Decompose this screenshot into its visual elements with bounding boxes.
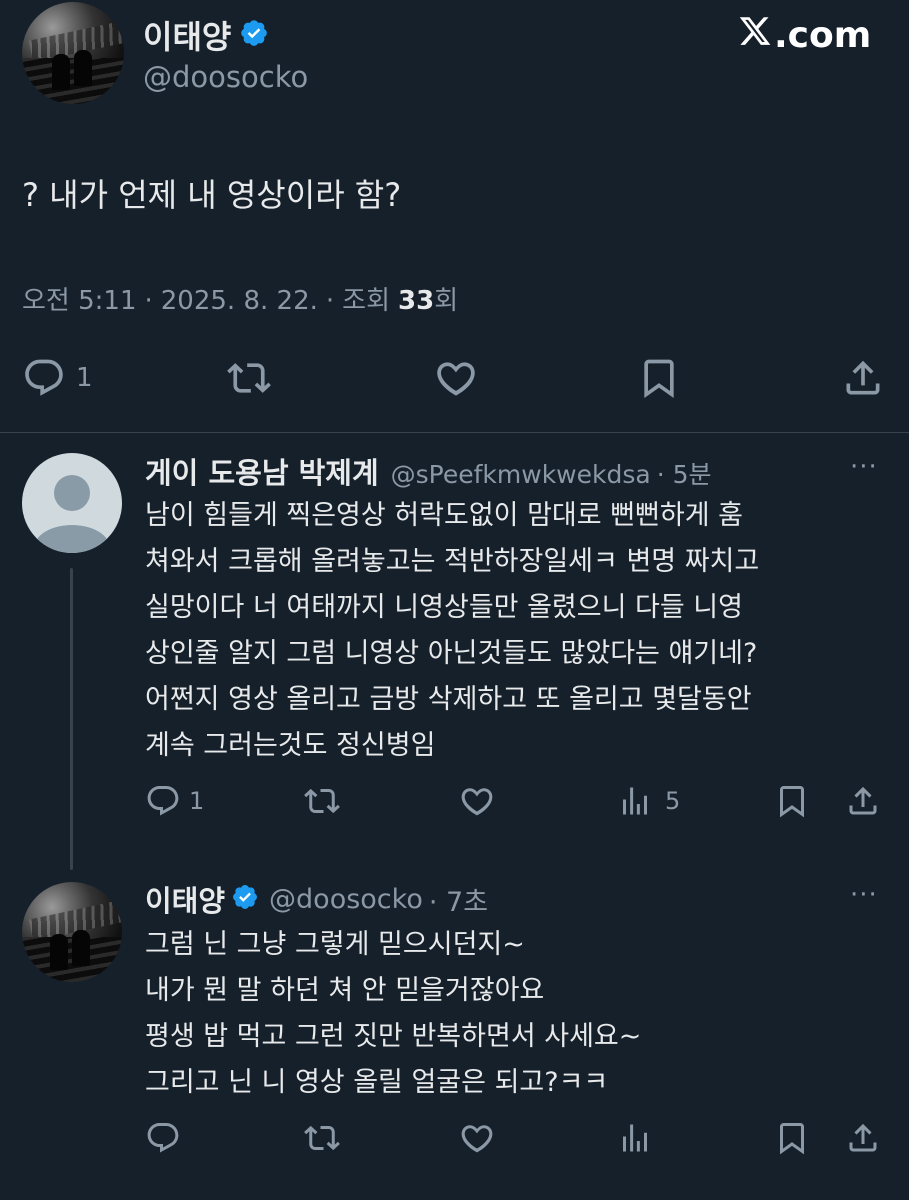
heart-icon [434,356,478,400]
reply1-line: 쳐와서 크롭해 올려놓고는 적반하장일세ㅋ 변명 짜치고 [145,546,760,577]
reply1-time[interactable]: · 5분 [657,455,712,491]
like-button[interactable] [434,356,478,400]
repost-icon [302,783,342,819]
reply1-repost-button[interactable] [302,783,342,819]
reply-icon [22,356,66,400]
main-author-name[interactable]: 이태양 [143,12,231,58]
reply2-line: 평생 밥 먹고 그런 짓만 반복하면서 사세요~ [145,1021,642,1052]
bookmark-icon [774,783,810,819]
share-icon [845,783,881,819]
meta-separator: · [144,286,153,316]
reply1-line: 상인줄 알지 그럼 니영상 아닌것들도 많았다는 얘기네? [145,638,758,669]
share-button[interactable] [841,356,885,400]
reply2-views-button[interactable] [617,1120,653,1156]
views-icon [617,783,653,819]
reply-icon [145,1120,181,1156]
main-author-name-row: 이태양 [143,12,269,58]
main-author-handle[interactable]: @doosocko [143,60,308,94]
reply2-handle[interactable]: @doosocko [269,884,423,915]
bookmark-icon [774,1120,810,1156]
reply1-views-button[interactable]: 5 [617,783,680,819]
repost-icon [302,1120,342,1156]
reply1-avatar[interactable] [22,453,122,553]
heart-icon [459,1120,495,1156]
reply1-share-button[interactable] [845,783,881,819]
views-count: 33회 [398,280,458,317]
reply1-line: 실망이다 너 여태까지 니영상들만 올렸으니 다들 니영 [145,592,743,623]
reply1-bookmark-button[interactable] [774,783,810,819]
bookmark-button[interactable] [637,356,681,400]
reply1-handle[interactable]: @sPeefkmwkwekdsa [391,460,651,489]
reply1-line: 남이 힘들게 찍은영상 허락도없이 맘대로 뻔뻔하게 훔 [145,500,743,531]
repost-icon [225,356,273,400]
x-logo-icon [738,14,772,57]
reply2-line: 그럼 닌 그냥 그렇게 믿으시던지~ [145,929,525,960]
main-tweet-text: ? 내가 언제 내 영상이라 함? [22,176,402,214]
tweet-time[interactable]: 오전 5:11 [22,280,137,317]
reply1-views-count: 5 [665,787,681,815]
reply1-author-name[interactable]: 게이 도용남 박제계 [145,450,379,492]
reply1-more-icon[interactable]: ··· [850,452,878,482]
reply-button[interactable]: 1 [22,356,93,400]
reply-icon [145,783,181,819]
reply2-like-button[interactable] [459,1120,495,1156]
views-label: 조회 [342,286,390,316]
reply2-share-button[interactable] [845,1120,881,1156]
views-suffix: 회 [434,286,459,316]
reply2-line: 그리고 닌 니 영상 올릴 얼굴은 되고?ㅋㅋ [145,1067,609,1098]
reply1-line: 어쩐지 영상 올리고 금방 삭제하고 또 올리고 몇달동안 [145,684,752,715]
heart-icon [459,783,495,819]
main-tweet-meta: 오전 5:11 · 2025. 8. 22. · 조회 33회 [22,280,458,317]
share-icon [845,1120,881,1156]
thread-line [70,568,73,870]
reply2-repost-button[interactable] [302,1120,342,1156]
reply-count: 1 [76,363,93,393]
reply2-time[interactable]: · 7초 [429,880,488,919]
verified-badge-icon [239,18,269,52]
reply2-header: 이태양 @doosocko · 7초 [145,878,488,920]
reply1-reply-count: 1 [189,787,205,815]
reply2-line: 내가 뭔 말 하던 쳐 안 믿을거잖아요 [145,975,545,1006]
reply2-author-name[interactable]: 이태양 [145,878,225,920]
section-divider [0,432,909,433]
reply1-header: 게이 도용남 박제계 @sPeefkmwkwekdsa · 5분 [145,450,712,492]
reply2-reply-button[interactable] [145,1120,181,1156]
reply1-line: 계속 그러는것도 정신병임 [145,730,436,761]
tweet-date[interactable]: 2025. 8. 22. [161,286,318,316]
x-logo: .com [738,14,871,57]
bookmark-icon [637,356,681,400]
reply2-more-icon[interactable]: ··· [850,880,878,910]
share-icon [841,356,885,400]
views-count-number: 33 [398,286,435,316]
views-icon [617,1120,653,1156]
repost-button[interactable] [225,356,273,400]
meta-separator: · [325,286,335,316]
reply1-reply-button[interactable]: 1 [145,783,204,819]
reply2-bookmark-button[interactable] [774,1120,810,1156]
verified-badge-icon [231,883,259,915]
reply1-like-button[interactable] [459,783,495,819]
reply2-text: 그럼 닌 그냥 그렇게 믿으시던지~ 내가 뭔 말 하던 쳐 안 믿을거잖아요 … [145,922,905,1106]
reply2-avatar[interactable] [22,882,122,982]
main-author-avatar[interactable] [22,2,124,104]
reply1-text: 남이 힘들게 찍은영상 허락도없이 맘대로 뻔뻔하게 훔 쳐와서 크롭해 올려놓… [145,493,905,769]
x-logo-suffix: .com [774,15,872,56]
